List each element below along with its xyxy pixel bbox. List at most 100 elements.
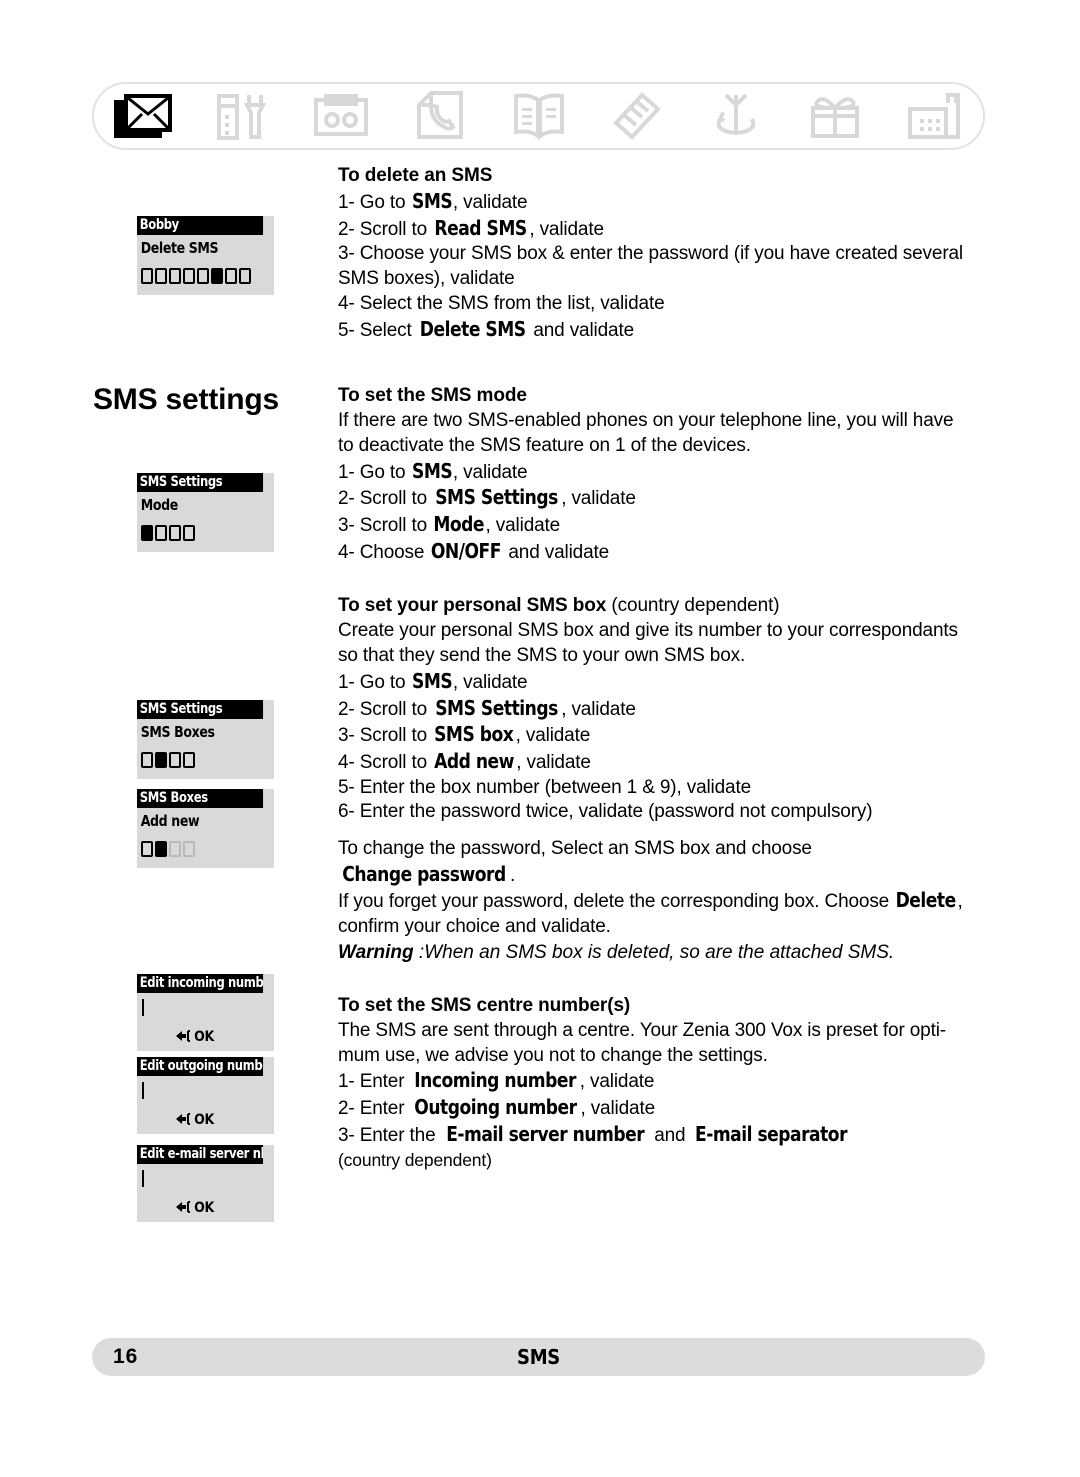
step-item: 3- Scroll to SMS box, validate (338, 722, 988, 749)
step-text: Go to (359, 671, 411, 693)
section-delete-sms: To delete an SMS 1- Go to SMS, validate … (338, 163, 988, 343)
step-text-post: , validate (452, 461, 528, 483)
keyword-change-password: Change password (342, 861, 506, 886)
screen-line: Add new (140, 812, 200, 830)
screen-title: Edit outgoing number (137, 1057, 264, 1076)
screen-title: SMS Boxes (137, 789, 264, 808)
ringtones-icon[interactable] (588, 84, 687, 148)
step-keyword: Delete SMS (419, 316, 526, 341)
screen-edit-outgoing-number: Edit outgoing number OK (137, 1057, 274, 1134)
screen-edit-incoming-number: Edit incoming number OK (137, 974, 274, 1051)
step-number: 2- (338, 218, 360, 240)
keyword-email-separator: E-mail separator (694, 1121, 848, 1146)
softkey-ok[interactable]: OK (137, 1023, 274, 1051)
step-note: (country dependent) (338, 1150, 492, 1171)
phonebook-icon[interactable] (489, 84, 588, 148)
step-text: Enter the (359, 1124, 441, 1146)
section-heading-suffix: (country dependent) (606, 595, 780, 617)
softkey-ok-label: OK (194, 1029, 214, 1045)
step-text: Scroll to (359, 751, 433, 773)
screen-sms-settings-boxes: SMS Settings SMS Boxes (137, 700, 274, 779)
step-text: Enter the password twice, validate (pass… (359, 801, 873, 823)
step-number: 2- (338, 488, 360, 510)
body-line: Create your personal SMS box and give it… (338, 620, 958, 642)
text-cursor (137, 1076, 274, 1106)
screen-sms-boxes-add-new: SMS Boxes Add new (137, 789, 274, 868)
step-text: Choose (359, 541, 430, 563)
step-text-post: and validate (503, 541, 610, 563)
body-line: so that they send the SMS to your own SM… (338, 645, 746, 667)
step-keyword: Read SMS (434, 215, 528, 240)
body-line: The SMS are sent through a centre. Your … (338, 1019, 946, 1041)
step-text-post: , validate (452, 671, 528, 693)
step-number: 4- (338, 751, 360, 773)
warning-text: :When an SMS box is deleted, so are the … (413, 941, 895, 963)
call-log-icon[interactable] (390, 84, 489, 148)
step-item: 2- Scroll to SMS Settings, validate (338, 485, 988, 512)
step-text: Scroll to (359, 488, 433, 510)
step-text-post: , validate (529, 218, 604, 240)
step-item: 6- Enter the password twice, validate (p… (338, 800, 988, 825)
softkey-ok[interactable]: OK (137, 1194, 274, 1222)
body-text: To change the password, Select an SMS bo… (338, 838, 812, 860)
step-text: Scroll to (359, 725, 433, 747)
step-text-post: , validate (561, 488, 636, 510)
section-heading: To set the SMS centre number(s) (338, 994, 631, 1016)
main-content: To delete an SMS 1- Go to SMS, validate … (338, 163, 988, 1173)
step-keyword: SMS (411, 668, 453, 693)
section-heading: To set the SMS mode (338, 385, 527, 407)
sms-envelope-icon[interactable] (94, 84, 193, 148)
step-keyword: SMS box (434, 722, 514, 747)
step-text-post: and validate (528, 319, 635, 341)
step-item: 1- Go to SMS, validate (338, 669, 988, 696)
footer-section-label: SMS (517, 1345, 560, 1369)
softkey-ok[interactable]: OK (137, 1106, 274, 1134)
step-item: 1- Enter Incoming number, validate (338, 1068, 988, 1095)
screen-edit-email-server-nbr: Edit e-mail server nbr OK (137, 1145, 274, 1222)
body-text-post: . (510, 864, 516, 886)
step-text-mid: and (649, 1124, 691, 1146)
step-number: 3- (338, 515, 360, 537)
password-paragraph-line: If you forget your password, delete the … (338, 888, 988, 915)
screen-dots (137, 745, 274, 779)
body-line: mum use, we advise you not to change the… (338, 1044, 768, 1066)
softkey-ok-label: OK (194, 1200, 214, 1216)
step-item: 2- Enter Outgoing number, validate (338, 1095, 988, 1122)
step-text-post: , validate (579, 1071, 655, 1093)
step-item: 4- Scroll to Add new, validate (338, 749, 988, 776)
step-item: 5- Select Delete SMS and validate (338, 317, 988, 344)
step-keyword: SMS (411, 189, 453, 213)
step-text: Enter (359, 1071, 410, 1093)
step-text: Go to (359, 192, 411, 213)
step-text: Select the SMS from the list, validate (359, 292, 665, 314)
step-item: 1- Go to SMS, validate (338, 189, 988, 216)
alarm-icon[interactable] (687, 84, 786, 148)
step-number: 4- (338, 541, 360, 563)
answering-machine-icon[interactable] (292, 84, 391, 148)
step-text: Select (359, 319, 417, 341)
keyword-email-server-number: E-mail server number (445, 1121, 645, 1146)
step-number: 6- (338, 801, 360, 823)
step-keyword: SMS (411, 458, 453, 483)
page-title-rest: settings (157, 383, 280, 417)
warning-line: Warning :When an SMS box is deleted, so … (338, 940, 988, 965)
chapter-icon-bar (92, 82, 985, 150)
settings-tools-icon[interactable] (193, 84, 292, 148)
step-text-post: , validate (561, 698, 636, 720)
step-number: 1- (338, 192, 360, 213)
step-item: 3- Choose your SMS box & enter the passw… (338, 242, 988, 291)
games-gift-icon[interactable] (785, 84, 884, 148)
step-number: 4- (338, 292, 360, 314)
body-text-post: , (957, 891, 963, 913)
section-sms-mode: To set the SMS mode If there are two SMS… (338, 383, 988, 565)
step-text: Enter the box number (between 1 & 9), va… (359, 776, 752, 798)
base-station-icon[interactable] (884, 84, 983, 148)
step-text-post: , validate (452, 192, 528, 213)
softkey-ok-label: OK (194, 1112, 214, 1128)
back-arrow-icon (175, 1195, 191, 1223)
step-text: Scroll to (359, 515, 433, 537)
step-item: 2- Scroll to SMS Settings, validate (338, 696, 988, 723)
screen-dots (137, 261, 274, 295)
password-paragraph-line: confirm your choice and validate. (338, 916, 611, 938)
page-title: SMS settings (93, 383, 279, 417)
